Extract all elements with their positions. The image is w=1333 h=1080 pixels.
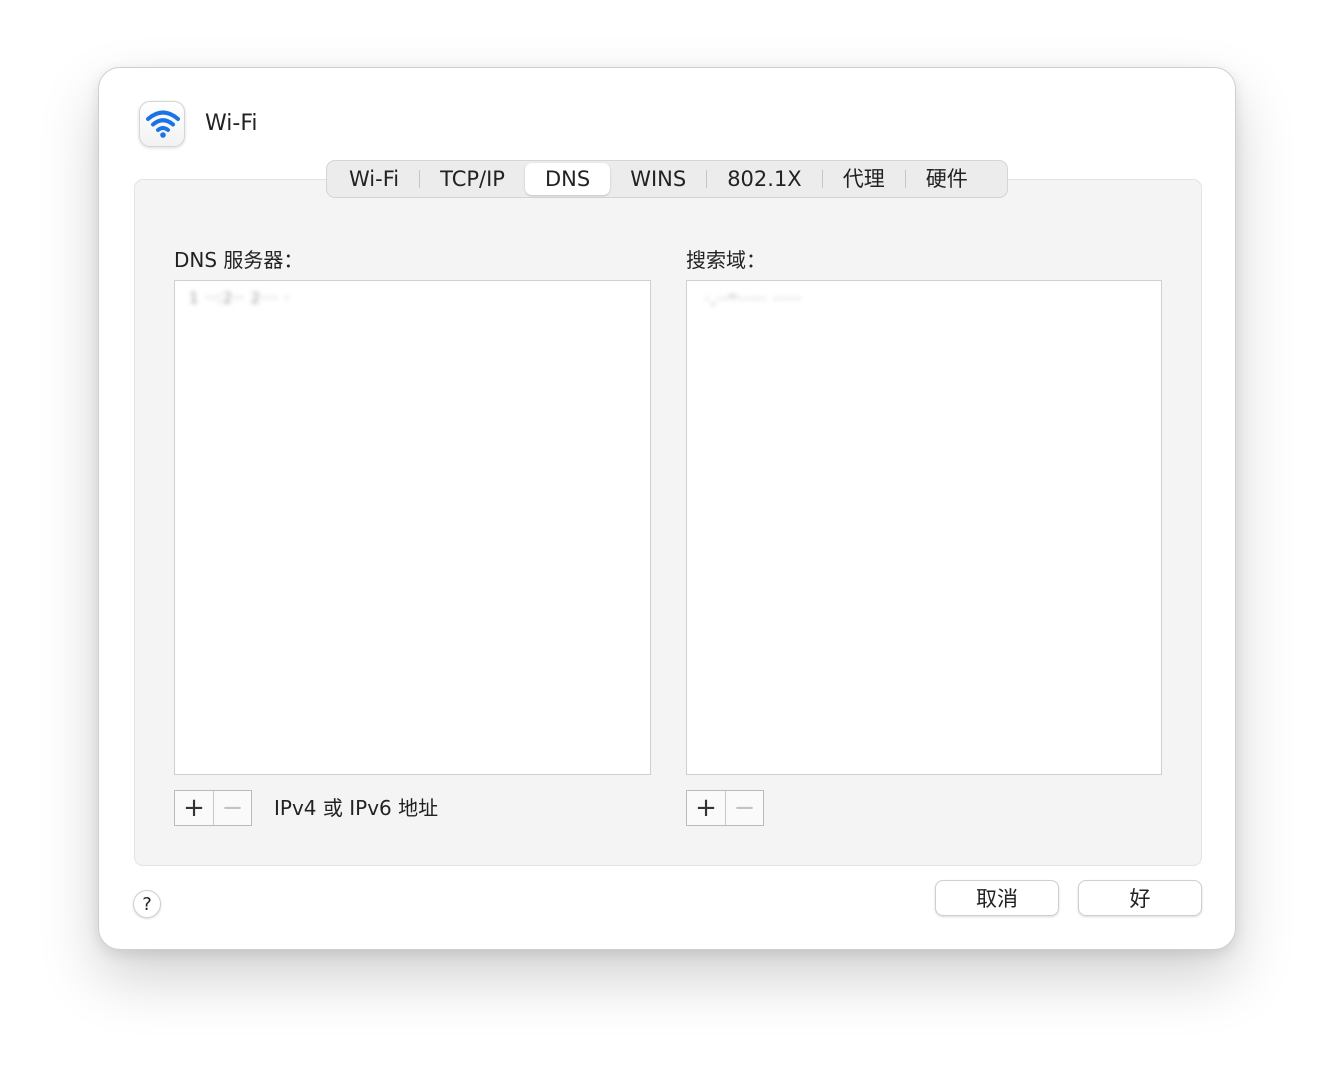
dns-servers-add-remove: + − [174, 790, 252, 826]
wifi-icon [146, 110, 180, 138]
search-domains-add-remove: + − [686, 790, 764, 826]
remove-search-domain-button[interactable]: − [725, 791, 763, 825]
tab-8021x[interactable]: 802.1X [707, 163, 822, 195]
tab-hardware[interactable]: 硬件 [906, 163, 988, 195]
search-domain-entry[interactable]: ·,··ᵐ····· ····· [705, 290, 802, 308]
dns-server-entry[interactable]: 1 ··:2·· 2··· · [189, 289, 290, 307]
remove-dns-server-button[interactable]: − [213, 791, 251, 825]
window-title: Wi-Fi [205, 111, 258, 136]
tab-proxy[interactable]: 代理 [823, 163, 905, 195]
dns-address-hint: IPv4 或 IPv6 地址 [274, 796, 439, 820]
dns-panel: DNS 服务器： 1 ··:2·· 2··· · + − IPv4 或 IPv6… [134, 179, 1202, 866]
help-button[interactable]: ? [133, 890, 161, 918]
add-dns-server-button[interactable]: + [175, 791, 213, 825]
tab-tcpip[interactable]: TCP/IP [420, 163, 525, 195]
dns-servers-list[interactable]: 1 ··:2·· 2··· · [174, 280, 651, 775]
search-domains-list[interactable]: ·,··ᵐ····· ····· [686, 280, 1162, 775]
tab-wifi[interactable]: Wi-Fi [329, 163, 419, 195]
settings-tab-bar: Wi-Fi TCP/IP DNS WINS 802.1X 代理 硬件 [326, 160, 1008, 198]
tab-wins[interactable]: WINS [610, 163, 706, 195]
dns-servers-label: DNS 服务器： [174, 248, 304, 272]
search-domains-label: 搜索域： [686, 248, 766, 272]
network-settings-dialog: Wi-Fi DNS 服务器： 1 ··:2·· 2··· · + − IPv4 … [98, 67, 1236, 950]
ok-button[interactable]: 好 [1078, 880, 1202, 916]
cancel-button[interactable]: 取消 [935, 880, 1059, 916]
add-search-domain-button[interactable]: + [687, 791, 725, 825]
tab-dns[interactable]: DNS [524, 163, 611, 195]
wifi-app-icon [139, 101, 185, 147]
